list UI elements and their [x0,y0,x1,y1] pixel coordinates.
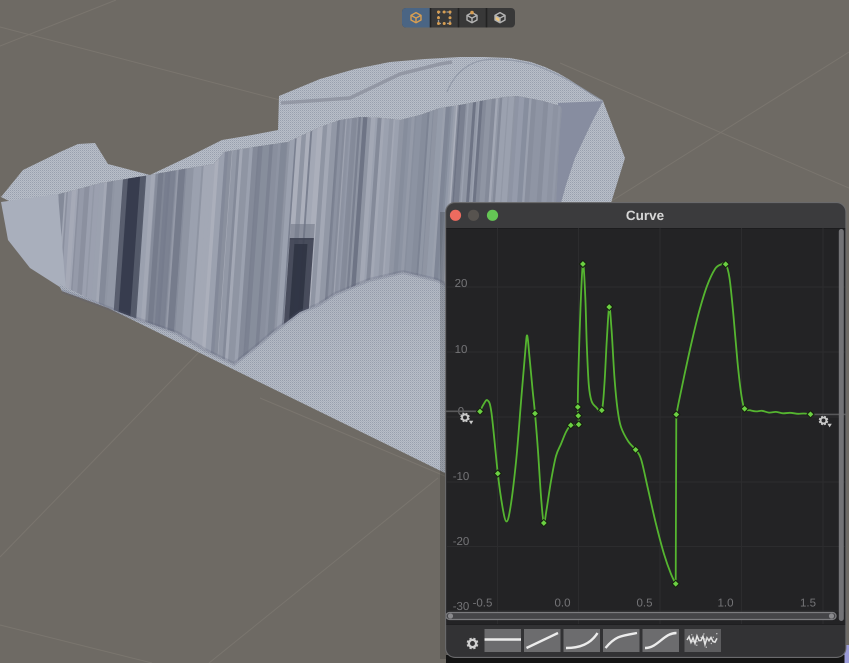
svg-text:0.5: 0.5 [637,598,653,610]
svg-text:Curve: Curve [626,208,665,223]
svg-text:-0.5: -0.5 [473,598,493,610]
svg-text:0.0: 0.0 [555,598,571,610]
svg-text:10: 10 [455,344,468,356]
svg-text:1.5: 1.5 [800,598,816,610]
svg-text:1.0: 1.0 [718,598,734,610]
svg-text:20: 20 [455,278,468,290]
svg-text:-10: -10 [453,471,470,483]
svg-text:-20: -20 [453,536,470,548]
svg-text:-30: -30 [453,601,470,613]
